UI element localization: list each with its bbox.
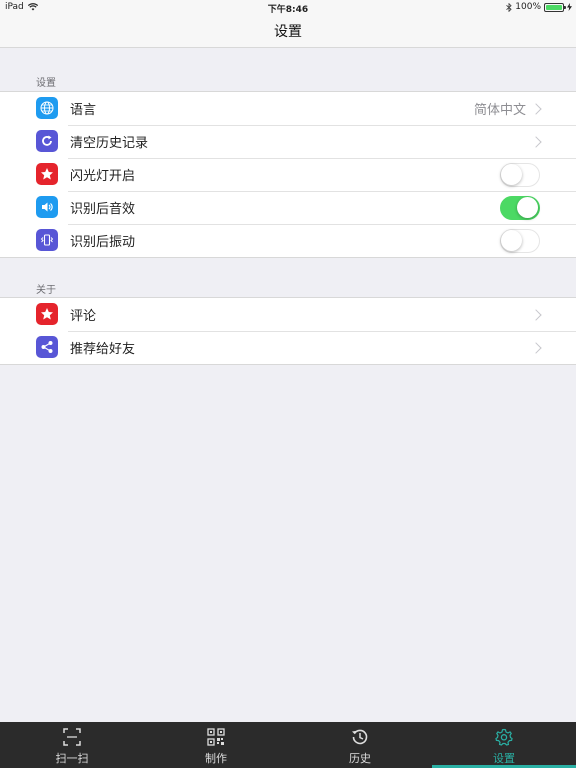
tab-history-label: 历史 <box>349 752 371 765</box>
chevron-right-icon <box>530 341 542 354</box>
tab-bar: 扫一扫 制作 历史 设置 <box>0 722 576 768</box>
status-time: 下午8:46 <box>267 5 309 15</box>
section-header-about: 关于 <box>36 285 56 296</box>
flashlight-toggle[interactable] <box>500 162 540 187</box>
status-bar: iPad 下午8:46 100% <box>0 0 576 16</box>
about-group: 评论 推荐给好友 <box>0 297 576 365</box>
tab-settings-label: 设置 <box>493 752 515 765</box>
chevron-right-icon <box>530 102 542 115</box>
tab-history[interactable]: 历史 <box>288 722 432 768</box>
star-icon <box>36 163 58 185</box>
language-row[interactable]: 语言 简体中文 <box>0 92 576 125</box>
share-icon <box>36 336 58 358</box>
share-row[interactable]: 推荐给好友 <box>0 331 576 364</box>
vibrate-row: 识别后振动 <box>0 224 576 257</box>
clear-history-label: 清空历史记录 <box>70 136 149 151</box>
vibrate-label: 识别后振动 <box>70 235 136 250</box>
vibrate-icon <box>36 229 58 251</box>
flashlight-row: 闪光灯开启 <box>0 158 576 191</box>
refresh-icon <box>36 130 58 152</box>
charging-icon <box>567 3 572 11</box>
chevron-right-icon <box>530 308 542 321</box>
review-row[interactable]: 评论 <box>0 298 576 331</box>
qrcode-icon <box>206 727 226 747</box>
clear-history-row[interactable]: 清空历史记录 <box>0 125 576 158</box>
tab-scan[interactable]: 扫一扫 <box>0 722 144 768</box>
tab-create[interactable]: 制作 <box>144 722 288 768</box>
bluetooth-icon <box>506 2 512 12</box>
speaker-icon <box>36 196 58 218</box>
gear-icon <box>494 727 514 747</box>
chevron-right-icon <box>530 135 542 148</box>
scan-icon <box>62 727 82 747</box>
review-label: 评论 <box>70 309 97 324</box>
battery-icon <box>544 2 566 12</box>
settings-group: 语言 简体中文 清空历史记录 闪光灯开启 识别后音效 识别后振动 <box>0 91 576 258</box>
star-icon <box>36 303 58 325</box>
page-title: 设置 <box>274 24 302 40</box>
battery-percent: 100% <box>515 2 541 12</box>
tab-settings[interactable]: 设置 <box>432 722 576 768</box>
vibrate-toggle[interactable] <box>500 228 540 253</box>
flashlight-label: 闪光灯开启 <box>70 169 136 184</box>
nav-bar: 设置 <box>0 16 576 48</box>
sound-toggle[interactable] <box>500 195 540 220</box>
language-value: 简体中文 <box>473 103 526 118</box>
history-icon <box>350 727 370 747</box>
tab-scan-label: 扫一扫 <box>55 752 89 765</box>
globe-icon <box>36 97 58 119</box>
section-header-settings: 设置 <box>36 78 56 89</box>
tab-create-label: 制作 <box>205 752 227 765</box>
language-label: 语言 <box>70 103 97 118</box>
sound-row: 识别后音效 <box>0 191 576 224</box>
sound-label: 识别后音效 <box>70 202 136 217</box>
share-label: 推荐给好友 <box>70 342 136 357</box>
